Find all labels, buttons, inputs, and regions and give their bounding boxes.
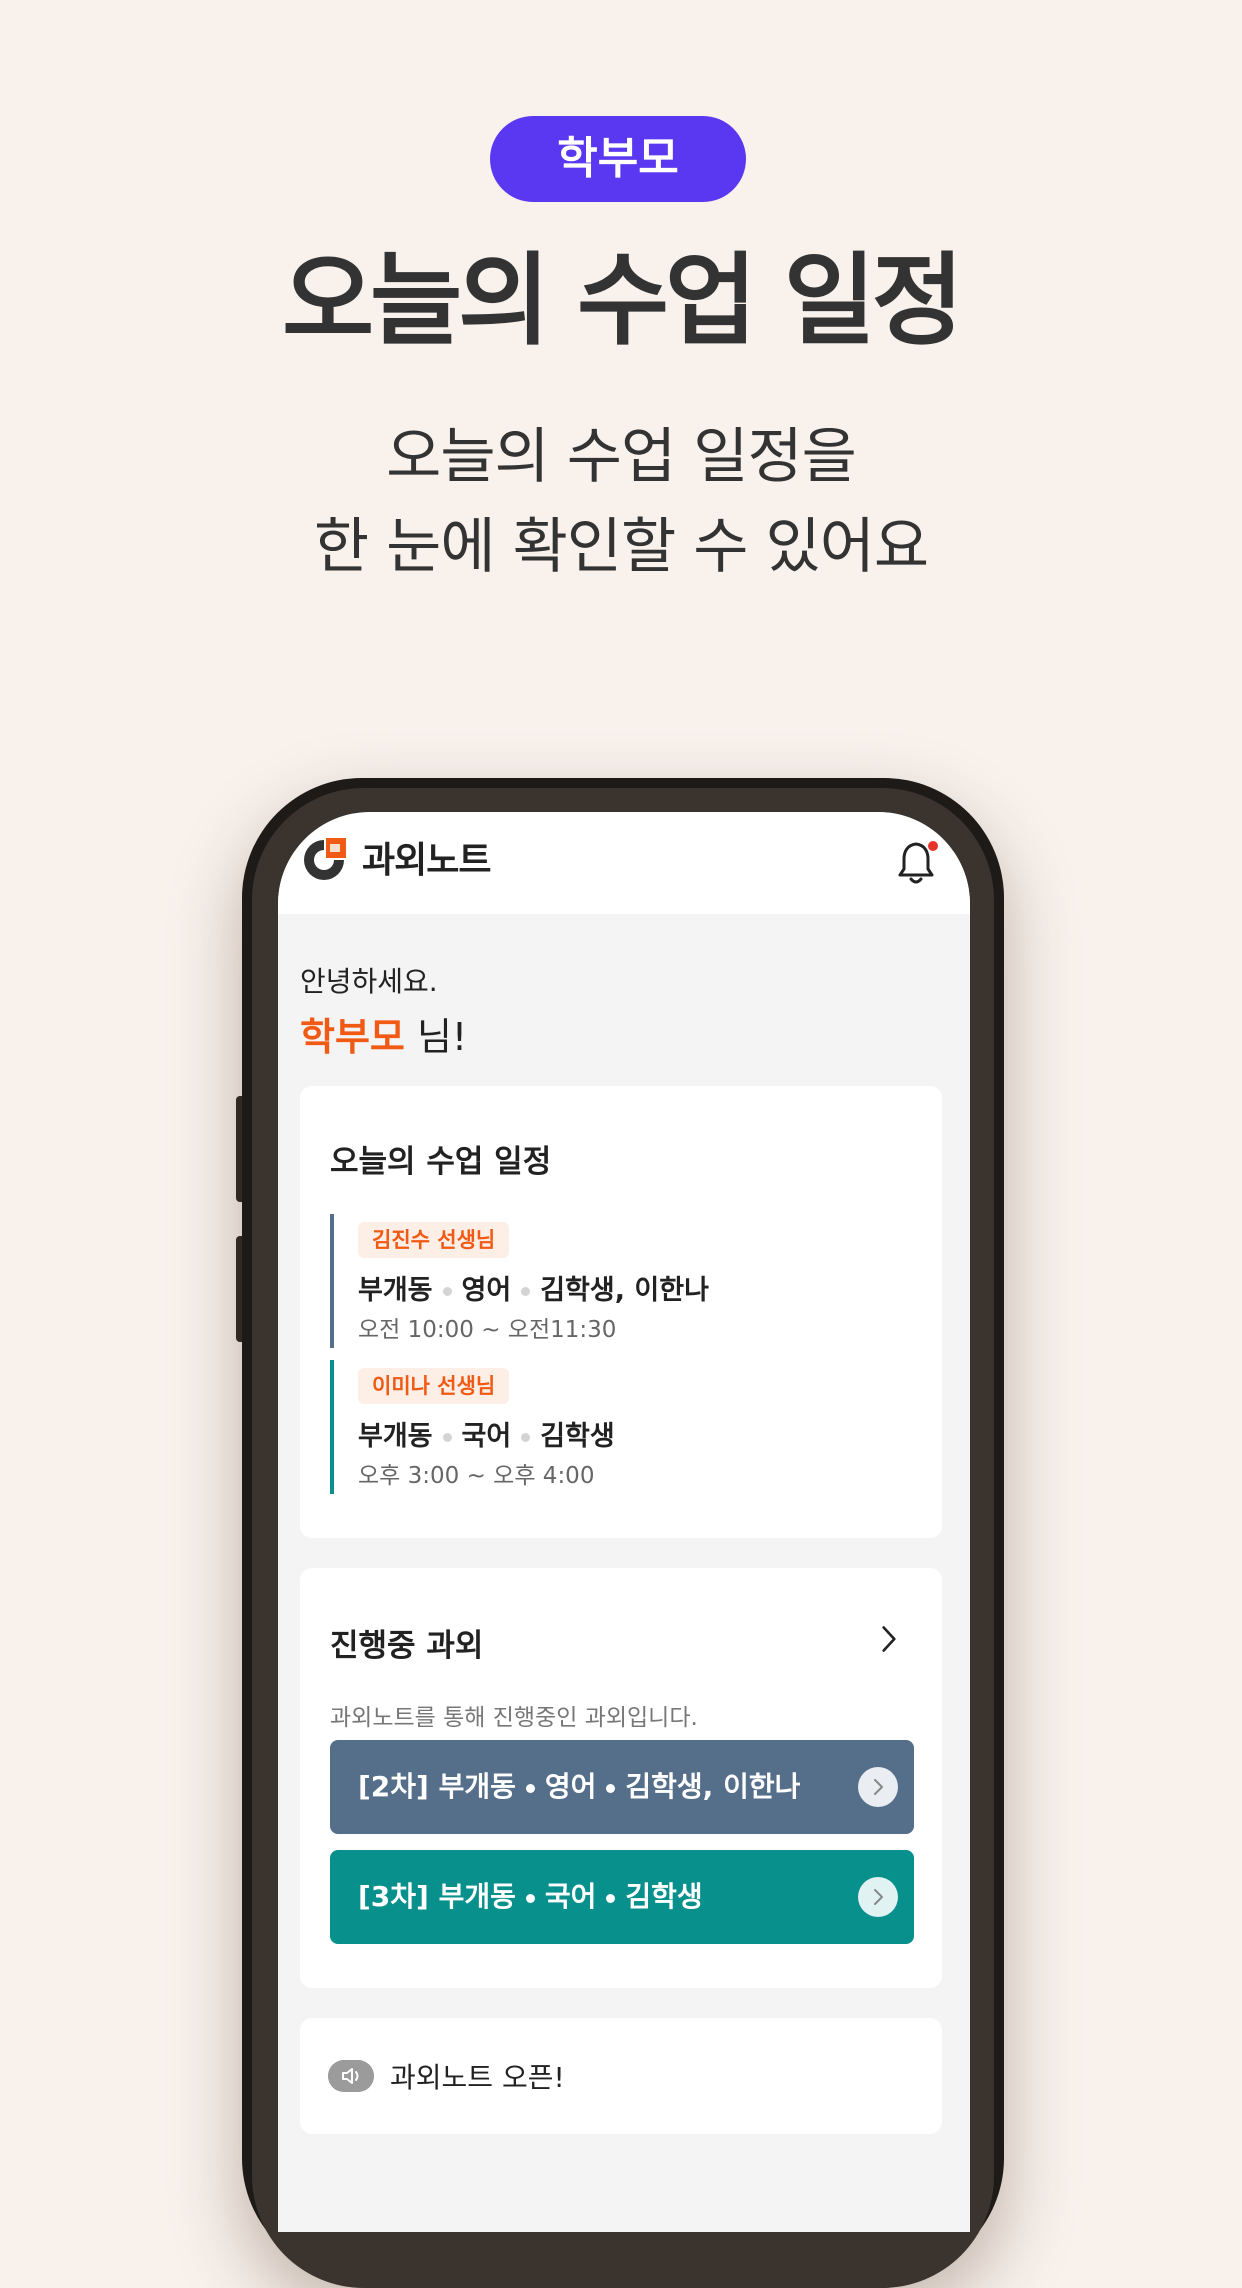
schedule-location: 부개동 bbox=[358, 1421, 433, 1452]
lesson-label: [3차] 부개동 국어 김학생 bbox=[358, 1850, 703, 1944]
app-logo-text: 과외노트 bbox=[362, 840, 491, 881]
role-badge: 학부모 bbox=[490, 116, 746, 202]
schedule-time: 오전 10:00 ~ 오전11:30 bbox=[358, 1317, 617, 1343]
user-greeting: 학부모 님! bbox=[300, 1006, 467, 1061]
hero-title: 오늘의 수업 일정 bbox=[282, 242, 964, 359]
speaker-icon bbox=[328, 2060, 374, 2092]
schedule-item-details: 부개동 국어 김학생 bbox=[358, 1414, 615, 1453]
phone-screen: 과외노트 안녕하세요. 학부모 님! 오늘의 수업 일정 김진수 선생님 부개동… bbox=[278, 812, 970, 2232]
lesson-students: 김학생, 이한나 bbox=[625, 1770, 801, 1803]
schedule-students: 김학생 bbox=[540, 1421, 615, 1452]
app-logo-icon bbox=[304, 838, 346, 880]
today-schedule-title: 오늘의 수업 일정 bbox=[330, 1144, 552, 1180]
separator-dot bbox=[606, 1783, 616, 1793]
arrow-circle-icon bbox=[858, 1877, 898, 1917]
user-suffix: 님! bbox=[404, 1015, 468, 1059]
lesson-location: 부개동 bbox=[438, 1770, 516, 1803]
separator-dot bbox=[521, 1287, 531, 1296]
separator-dot bbox=[525, 1783, 535, 1793]
ongoing-lessons-title: 진행중 과외 bbox=[330, 1628, 484, 1664]
today-schedule-card: 오늘의 수업 일정 김진수 선생님 부개동 영어 김학생, 이한나 오전 10:00… bbox=[300, 1086, 942, 1538]
app-header: 과외노트 bbox=[278, 812, 970, 914]
ongoing-lesson-button[interactable]: [2차] 부개동 영어 김학생, 이한나 bbox=[330, 1740, 914, 1834]
teacher-tag: 이미나 선생님 bbox=[358, 1368, 510, 1404]
lesson-location: 부개동 bbox=[438, 1880, 516, 1913]
ongoing-lesson-button[interactable]: [3차] 부개동 국어 김학생 bbox=[330, 1850, 914, 1944]
separator-dot bbox=[525, 1893, 535, 1903]
lesson-label: [2차] 부개동 영어 김학생, 이한나 bbox=[358, 1740, 800, 1834]
lesson-round: [3차] bbox=[358, 1880, 429, 1913]
user-name: 학부모 bbox=[300, 1015, 405, 1059]
bell-icon[interactable] bbox=[896, 838, 940, 888]
notice-card[interactable]: 과외노트 오픈! bbox=[300, 2018, 942, 2134]
schedule-subject: 국어 bbox=[461, 1421, 512, 1452]
schedule-subject: 영어 bbox=[461, 1275, 512, 1306]
separator-dot bbox=[442, 1287, 452, 1296]
arrow-circle-icon bbox=[858, 1767, 898, 1807]
lesson-round: [2차] bbox=[358, 1770, 429, 1803]
hero-subtitle-line-2: 한 눈에 확인할 수 있어요 bbox=[313, 512, 929, 582]
schedule-item-details: 부개동 영어 김학생, 이한나 bbox=[358, 1268, 709, 1307]
ongoing-lessons-description: 과외노트를 통해 진행중인 과외입니다. bbox=[330, 1705, 698, 1731]
schedule-item[interactable]: 이미나 선생님 부개동 국어 김학생 오후 3:00 ~ 오후 4:00 bbox=[330, 1360, 910, 1494]
schedule-item-bar bbox=[330, 1214, 334, 1348]
schedule-item-bar bbox=[330, 1360, 334, 1494]
separator-dot bbox=[606, 1893, 616, 1903]
greeting-text: 안녕하세요. bbox=[300, 965, 438, 998]
notification-dot bbox=[928, 841, 938, 851]
teacher-tag: 김진수 선생님 bbox=[358, 1222, 510, 1258]
notice-text: 과외노트 오픈! bbox=[390, 2061, 565, 2094]
lesson-students: 김학생 bbox=[625, 1880, 703, 1913]
schedule-students: 김학생, 이한나 bbox=[540, 1275, 709, 1306]
lesson-subject: 영어 bbox=[544, 1770, 597, 1803]
separator-dot bbox=[521, 1433, 531, 1442]
schedule-item[interactable]: 김진수 선생님 부개동 영어 김학생, 이한나 오전 10:00 ~ 오전11:30 bbox=[330, 1214, 910, 1348]
lesson-subject: 국어 bbox=[544, 1880, 597, 1913]
chevron-right-icon[interactable] bbox=[880, 1624, 898, 1654]
ongoing-lessons-card: 진행중 과외 과외노트를 통해 진행중인 과외입니다. [2차] 부개동 영어 김학… bbox=[300, 1568, 942, 1988]
separator-dot bbox=[442, 1433, 452, 1442]
hero-subtitle: 오늘의 수업 일정을 한 눈에 확인할 수 있어요 bbox=[0, 412, 1242, 592]
hero-subtitle-line-1: 오늘의 수업 일정을 bbox=[386, 422, 857, 492]
schedule-time: 오후 3:00 ~ 오후 4:00 bbox=[358, 1463, 595, 1489]
schedule-location: 부개동 bbox=[358, 1275, 433, 1306]
